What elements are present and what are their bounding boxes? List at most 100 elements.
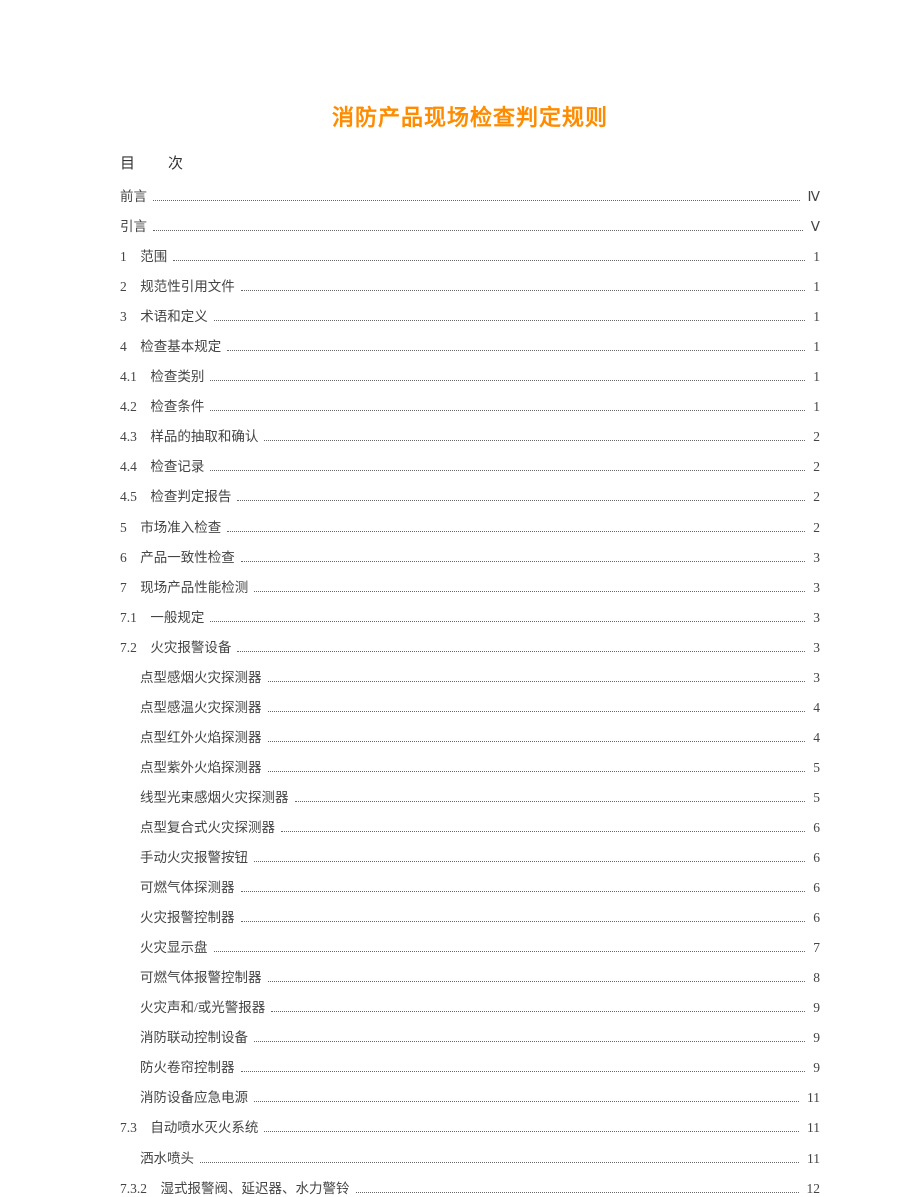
- toc-entry-label: 点型复合式火灾探测器: [140, 819, 275, 837]
- toc-entry: 6 产品一致性检查 3: [120, 549, 820, 567]
- toc-entry-label: 消防联动控制设备: [140, 1029, 248, 1047]
- toc-entry-page: 5: [811, 759, 820, 777]
- toc-leader-dots: [214, 320, 806, 321]
- toc-entry-page: 11: [805, 1150, 820, 1168]
- toc-entry-page: 1: [811, 308, 820, 326]
- toc-leader-dots: [271, 1011, 805, 1012]
- toc-leader-dots: [153, 230, 803, 231]
- toc-leader-dots: [200, 1162, 799, 1163]
- toc-entry-page: 3: [811, 549, 820, 567]
- toc-entry: 引言Ⅴ: [120, 218, 820, 236]
- toc-entry-label: 火灾报警控制器: [140, 909, 235, 927]
- toc-entry: 消防设备应急电源 11: [120, 1089, 820, 1107]
- toc-leader-dots: [268, 981, 806, 982]
- toc-entry: 1 范围1: [120, 248, 820, 266]
- toc-entry: 7.3.2 湿式报警阀、延迟器、水力警铃12: [120, 1180, 820, 1197]
- toc-entry-page: 4: [811, 699, 820, 717]
- toc-entry-page: 1: [811, 248, 820, 266]
- toc-entry-page: 1: [811, 368, 820, 386]
- toc-entry-label: 引言: [120, 218, 147, 236]
- toc-entry-page: 9: [811, 999, 820, 1017]
- toc-entry-label: 点型红外火焰探测器: [140, 729, 262, 747]
- toc-entry: 4.3 样品的抽取和确认2: [120, 428, 820, 446]
- toc-entry-page: 9: [811, 1059, 820, 1077]
- toc-entry-label: 洒水喷头: [140, 1150, 194, 1168]
- toc-entry: 线型光束感烟火灾探测器5: [120, 789, 820, 807]
- toc-entry: 消防联动控制设备 9: [120, 1029, 820, 1047]
- toc-entry-page: 3: [811, 579, 820, 597]
- toc-entry: 2 规范性引用文件1: [120, 278, 820, 296]
- toc-entry: 火灾显示盘7: [120, 939, 820, 957]
- toc-entry: 4 检查基本规定 1: [120, 338, 820, 356]
- toc-entry-label: 线型光束感烟火灾探测器: [140, 789, 289, 807]
- toc-entry: 火灾声和/或光警报器 9: [120, 999, 820, 1017]
- toc-entry-page: 8: [811, 969, 820, 987]
- toc-leader-dots: [241, 891, 806, 892]
- toc-leader-dots: [254, 861, 805, 862]
- toc-entry-page: 4: [811, 729, 820, 747]
- toc-entry: 7.2 火灾报警设备 3: [120, 639, 820, 657]
- toc-entry-page: 12: [805, 1180, 821, 1197]
- toc-entry-page: 3: [811, 669, 820, 687]
- toc-entry: 4.4 检查记录 2: [120, 458, 820, 476]
- toc-leader-dots: [254, 591, 805, 592]
- toc-entry: 3 术语和定义 1: [120, 308, 820, 326]
- toc-list: 前言Ⅳ引言Ⅴ1 范围12 规范性引用文件13 术语和定义14 检查基本规定14.…: [120, 188, 820, 1197]
- toc-entry-page: 2: [811, 458, 820, 476]
- toc-entry-page: 6: [811, 909, 820, 927]
- toc-entry-label: 前言: [120, 188, 147, 206]
- toc-entry: 点型紫外火焰探测器5: [120, 759, 820, 777]
- toc-entry-label: 6 产品一致性检查: [120, 549, 235, 567]
- toc-leader-dots: [241, 921, 806, 922]
- toc-leader-dots: [214, 951, 806, 952]
- toc-entry-page: 3: [811, 639, 820, 657]
- toc-leader-dots: [153, 200, 800, 201]
- toc-leader-dots: [227, 531, 805, 532]
- toc-entry-label: 2 规范性引用文件: [120, 278, 235, 296]
- toc-leader-dots: [241, 1071, 806, 1072]
- toc-leader-dots: [295, 801, 806, 802]
- toc-entry-label: 4.2 检查条件: [120, 398, 204, 416]
- toc-entry-page: 3: [811, 609, 820, 627]
- toc-entry: 4.5 检查判定报告2: [120, 488, 820, 506]
- toc-entry-label: 4.3 样品的抽取和确认: [120, 428, 258, 446]
- toc-entry-page: 2: [811, 519, 820, 537]
- toc-entry-page: 7: [811, 939, 820, 957]
- toc-entry-label: 火灾声和/或光警报器: [140, 999, 265, 1017]
- toc-entry: 7.3 自动喷水灭火系统11: [120, 1119, 820, 1137]
- toc-entry: 可燃气体报警控制器8: [120, 969, 820, 987]
- toc-entry: 7.1 一般规定3: [120, 609, 820, 627]
- toc-leader-dots: [264, 1131, 799, 1132]
- toc-entry-page: 6: [811, 879, 820, 897]
- toc-entry-page: 6: [811, 849, 820, 867]
- toc-entry: 4.1 检查类别1: [120, 368, 820, 386]
- toc-leader-dots: [254, 1041, 805, 1042]
- toc-entry: 点型感烟火灾探测器 3: [120, 669, 820, 687]
- toc-entry-page: 1: [811, 398, 820, 416]
- toc-entry-page: 9: [811, 1029, 820, 1047]
- toc-entry-page: 11: [805, 1119, 820, 1137]
- toc-entry: 5 市场准入检查 2: [120, 519, 820, 537]
- toc-entry-label: 4.4 检查记录: [120, 458, 204, 476]
- toc-entry-label: 点型感烟火灾探测器: [140, 669, 262, 687]
- toc-leader-dots: [268, 771, 806, 772]
- toc-entry-label: 7.2 火灾报警设备: [120, 639, 231, 657]
- toc-entry-page: 1: [811, 338, 820, 356]
- toc-entry-label: 3 术语和定义: [120, 308, 208, 326]
- document-title: 消防产品现场检查判定规则: [120, 100, 820, 132]
- toc-entry-label: 防火卷帘控制器: [140, 1059, 235, 1077]
- toc-entry: 7 现场产品性能检测3: [120, 579, 820, 597]
- toc-entry-label: 消防设备应急电源: [140, 1089, 248, 1107]
- toc-entry-page: 11: [805, 1089, 820, 1107]
- toc-entry-label: 点型感温火灾探测器: [140, 699, 262, 717]
- toc-leader-dots: [356, 1192, 799, 1193]
- toc-leader-dots: [281, 831, 805, 832]
- toc-leader-dots: [210, 621, 805, 622]
- toc-entry-label: 5 市场准入检查: [120, 519, 221, 537]
- toc-leader-dots: [237, 651, 805, 652]
- toc-entry: 可燃气体探测器6: [120, 879, 820, 897]
- toc-entry-label: 手动火灾报警按钮: [140, 849, 248, 867]
- toc-entry: 4.2 检查条件 1: [120, 398, 820, 416]
- toc-leader-dots: [210, 410, 805, 411]
- toc-entry-label: 4 检查基本规定: [120, 338, 221, 356]
